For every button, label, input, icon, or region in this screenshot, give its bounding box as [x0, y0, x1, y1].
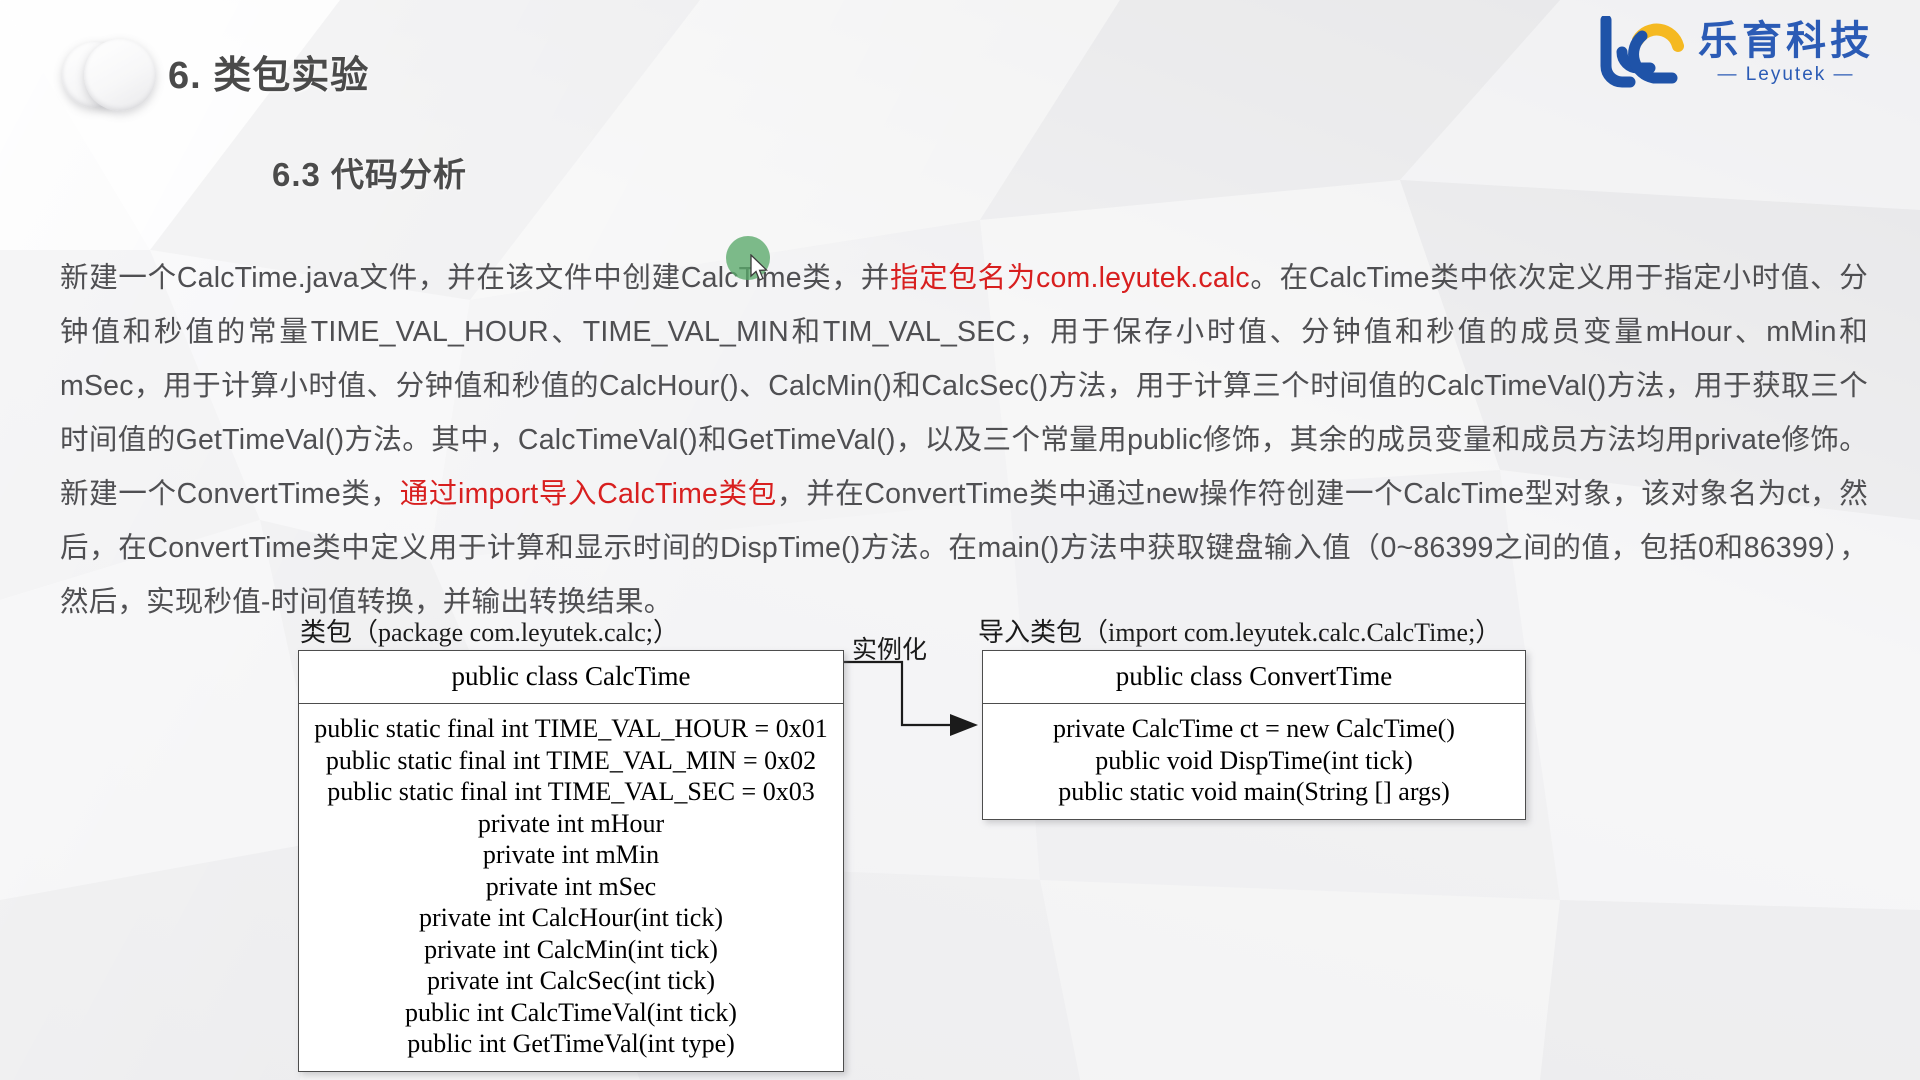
- right-class-caption: 导入类包（import com.leyutek.calc.CalcTime;）: [978, 618, 1502, 647]
- logo-cn-name: 乐育科技: [1698, 19, 1874, 63]
- body-text-run: 新建一个CalcTime.java文件，并在该文件中创建CalcTime类，并: [60, 261, 890, 294]
- left-class-caption: 类包（package com.leyutek.calc;）: [300, 618, 680, 647]
- subsection-title: 6.3 代码分析: [272, 156, 468, 193]
- body-paragraph: 新建一个CalcTime.java文件，并在该文件中创建CalcTime类，并指…: [60, 251, 1868, 629]
- uml-diagram: 类包（package com.leyutek.calc;） 导入类包（impor…: [0, 612, 1920, 1072]
- uml-class-members: public static final int TIME_VAL_HOUR = …: [299, 704, 843, 1071]
- uml-member-row: private int CalcHour(int tick): [419, 903, 723, 932]
- uml-member-row: public int GetTimeVal(int type): [407, 1029, 735, 1058]
- highlighted-text-run: 指定包名为com.leyutek.calc: [889, 261, 1250, 294]
- leyutek-bc-mark: [1600, 16, 1684, 88]
- decorative-circles: [62, 34, 182, 114]
- uml-member-row: public static final int TIME_VAL_SEC = 0…: [327, 777, 815, 806]
- uml-member-row: private int mHour: [477, 808, 665, 838]
- uml-member-row: private int mMin: [482, 840, 660, 869]
- uml-class-title: public class CalcTime: [299, 651, 843, 704]
- uml-member-row: public void DispTime(int tick): [1095, 745, 1413, 775]
- body-text-run: 。在CalcTime类中依次定义用于指定小时值、分钟值和秒值的常量TIME_VA…: [60, 261, 1868, 510]
- uml-class-calctime: public class CalcTime public static fina…: [298, 650, 844, 1072]
- uml-member-row: private int mSec: [485, 871, 657, 901]
- page-title: 6. 类包实验: [168, 55, 370, 97]
- brand-logo: 乐育科技 — Leyutek —: [1592, 16, 1874, 90]
- uml-member-row: private CalcTime ct = new CalcTime(): [1053, 714, 1455, 743]
- uml-class-members: private CalcTime ct = new CalcTime() publ…: [983, 704, 1525, 819]
- logo-wordmark: 乐育科技 — Leyutek —: [1698, 20, 1874, 86]
- uml-class-title: public class ConvertTime: [983, 651, 1525, 704]
- uml-member-row: private int CalcMin(int tick): [424, 934, 718, 964]
- uml-member-row: public static final int TIME_VAL_HOUR = …: [314, 714, 828, 743]
- highlighted-text-run: 通过import导入CalcTime类包: [399, 477, 777, 510]
- logo-en-name: — Leyutek —: [1717, 64, 1855, 85]
- slide-canvas: 6. 类包实验 6.3 代码分析 乐育科技 — Leyutek — 新建一个Ca…: [0, 0, 1920, 1080]
- uml-class-converttime: public class ConvertTime private CalcTim…: [982, 650, 1526, 820]
- uml-member-row: private int CalcSec(int tick): [426, 966, 716, 995]
- relation-label: 实例化: [852, 636, 928, 664]
- uml-member-row: public int CalcTimeVal(int tick): [405, 997, 737, 1027]
- circle-front: [84, 39, 156, 111]
- uml-member-row: public static void main(String [] args): [1058, 777, 1450, 806]
- uml-member-row: public static final int TIME_VAL_MIN = 0…: [325, 745, 817, 775]
